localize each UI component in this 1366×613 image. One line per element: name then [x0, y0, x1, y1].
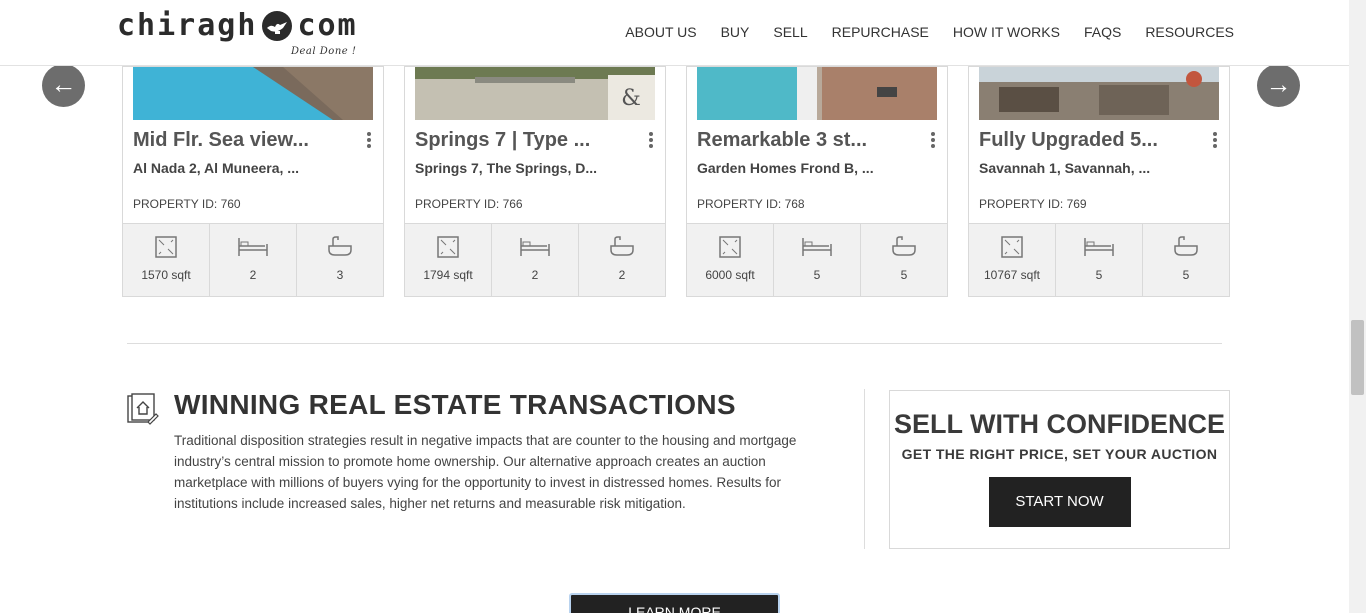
beds-value: 5 — [813, 268, 821, 282]
bed-icon — [1084, 238, 1114, 256]
property-card[interactable]: Fully Upgraded 5... Savannah 1, Savannah… — [968, 66, 1230, 297]
beds-value: 2 — [531, 268, 539, 282]
property-stats: 1794 sqft 2 2 — [405, 223, 665, 296]
sell-confidence-box: SELL WITH CONFIDENCE GET THE RIGHT PRICE… — [889, 390, 1230, 549]
property-title[interactable]: Mid Flr. Sea view... — [133, 129, 353, 152]
nav-sell[interactable]: SELL — [773, 24, 807, 40]
carousel-prev-button[interactable]: ← — [42, 64, 85, 107]
logo-tagline: Deal Done ! — [291, 46, 357, 57]
property-image[interactable] — [979, 67, 1219, 120]
nav-faqs[interactable]: FAQS — [1084, 24, 1121, 40]
baths-stat: 5 — [861, 224, 947, 296]
property-id: PROPERTY ID: 769 — [979, 197, 1087, 211]
page-scrollbar[interactable] — [1349, 0, 1366, 613]
property-title[interactable]: Springs 7 | Type ... — [415, 129, 635, 152]
start-now-button[interactable]: START NOW — [988, 477, 1131, 527]
more-options-icon[interactable] — [367, 132, 373, 150]
property-stats: 6000 sqft 5 5 — [687, 223, 947, 296]
area-stat: 6000 sqft — [687, 224, 774, 296]
area-stat: 10767 sqft — [969, 224, 1056, 296]
beds-stat: 2 — [492, 224, 579, 296]
bathtub-icon — [610, 236, 634, 256]
baths-stat: 5 — [1143, 224, 1229, 296]
main-nav: ABOUT US BUY SELL REPURCHASE HOW IT WORK… — [601, 24, 1234, 40]
nav-about-us[interactable]: ABOUT US — [625, 24, 696, 40]
more-options-icon[interactable] — [1213, 132, 1219, 150]
beds-value: 2 — [249, 268, 257, 282]
property-card[interactable]: Mid Flr. Sea view... Al Nada 2, Al Munee… — [122, 66, 384, 297]
winning-body: Traditional disposition strategies resul… — [174, 433, 797, 511]
property-location: Garden Homes Frond B, ... — [697, 160, 874, 176]
section-divider — [127, 343, 1222, 344]
nav-repurchase[interactable]: REPURCHASE — [832, 24, 929, 40]
bed-icon — [238, 238, 268, 256]
property-image[interactable] — [133, 67, 373, 120]
property-location: Savannah 1, Savannah, ... — [979, 160, 1151, 176]
baths-value: 5 — [900, 268, 908, 282]
more-options-icon[interactable] — [931, 132, 937, 150]
baths-value: 2 — [618, 268, 626, 282]
beds-stat: 2 — [210, 224, 297, 296]
beds-stat: 5 — [774, 224, 861, 296]
property-title[interactable]: Remarkable 3 st... — [697, 129, 917, 152]
property-card[interactable]: Remarkable 3 st... Garden Homes Frond B,… — [686, 66, 948, 297]
logo[interactable]: chiragh com — [117, 8, 358, 43]
scrollbar-thumb[interactable] — [1351, 320, 1364, 395]
house-document-icon — [126, 392, 160, 431]
beds-value: 5 — [1095, 268, 1103, 282]
baths-value: 5 — [1182, 268, 1190, 282]
nav-resources[interactable]: RESOURCES — [1145, 24, 1234, 40]
more-options-icon[interactable] — [649, 132, 655, 150]
property-card[interactable]: & Springs 7 | Type ... Springs 7, The Sp… — [404, 66, 666, 297]
property-stats: 10767 sqft 5 5 — [969, 223, 1229, 296]
area-value: 6000 sqft — [705, 268, 755, 282]
carousel-next-button[interactable]: → — [1257, 64, 1300, 107]
winning-title: WINNING REAL ESTATE TRANSACTIONS — [174, 389, 736, 420]
property-title[interactable]: Fully Upgraded 5... — [979, 129, 1199, 152]
area-icon — [1001, 236, 1023, 258]
baths-value: 3 — [336, 268, 344, 282]
sell-subtitle: GET THE RIGHT PRICE, SET YOUR AUCTION — [901, 446, 1218, 462]
property-location: Al Nada 2, Al Muneera, ... — [133, 160, 299, 176]
area-icon — [719, 236, 741, 258]
area-value: 1794 sqft — [423, 268, 473, 282]
property-id: PROPERTY ID: 768 — [697, 197, 805, 211]
site-header: chiragh com Deal Done ! ABOUT US BUY SEL… — [0, 0, 1349, 66]
bathtub-icon — [328, 236, 352, 256]
property-id: PROPERTY ID: 766 — [415, 197, 523, 211]
bed-icon — [520, 238, 550, 256]
property-id: PROPERTY ID: 760 — [133, 197, 241, 211]
property-stats: 1570 sqft 2 3 — [123, 223, 383, 296]
logo-text-left: chiragh — [117, 8, 258, 43]
beds-stat: 5 — [1056, 224, 1143, 296]
svg-text:&: & — [621, 86, 641, 111]
baths-stat: 2 — [579, 224, 665, 296]
area-value: 10767 sqft — [983, 268, 1041, 282]
baths-stat: 3 — [297, 224, 383, 296]
area-stat: 1570 sqft — [123, 224, 210, 296]
property-image[interactable] — [697, 67, 937, 120]
property-location: Springs 7, The Springs, D... — [415, 160, 598, 176]
nav-buy[interactable]: BUY — [721, 24, 750, 40]
lamp-icon — [261, 10, 293, 42]
area-icon — [155, 236, 177, 258]
bathtub-icon — [1174, 236, 1198, 256]
logo-text-right: com — [297, 8, 358, 43]
area-value: 1570 sqft — [141, 268, 191, 282]
area-icon — [437, 236, 459, 258]
bathtub-icon — [892, 236, 916, 256]
learn-more-button[interactable]: LEARN MORE — [569, 593, 780, 613]
vertical-divider — [864, 389, 865, 549]
area-stat: 1794 sqft — [405, 224, 492, 296]
property-image[interactable]: & — [415, 67, 655, 120]
sell-title: SELL WITH CONFIDENCE — [893, 409, 1225, 439]
nav-how-it-works[interactable]: HOW IT WORKS — [953, 24, 1060, 40]
bed-icon — [802, 238, 832, 256]
